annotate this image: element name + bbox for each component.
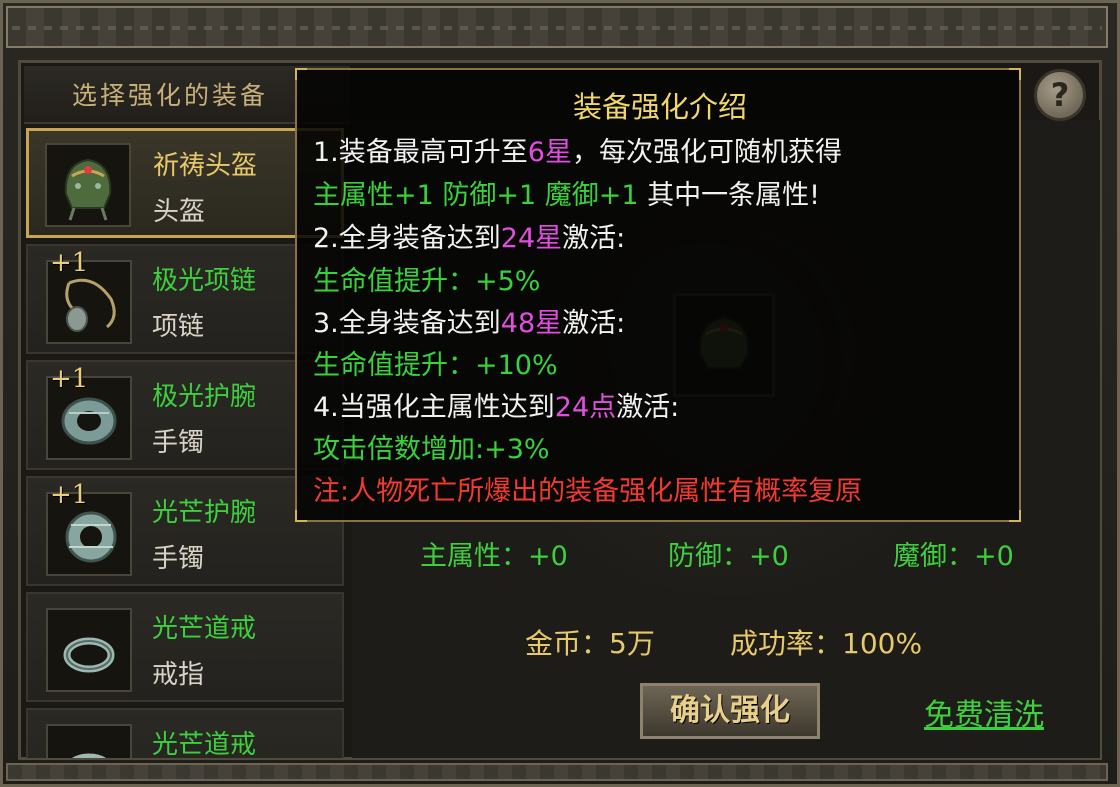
tooltip-line-7: 4.当强化主属性达到24点激活: bbox=[313, 385, 679, 424]
free-wash-link[interactable]: 免费清洗 bbox=[924, 690, 1044, 734]
item-name: 祈祷头盔 bbox=[153, 151, 258, 181]
item-type: 手镯 bbox=[152, 428, 205, 458]
item-type: 头盔 bbox=[153, 197, 206, 227]
item-type: 手镯 bbox=[152, 544, 205, 574]
tooltip-text: 4.当强化主属性达到 bbox=[313, 392, 555, 423]
tooltip-highlight: 6星 bbox=[527, 137, 572, 168]
tooltip-text: 1.装备最高可升至 bbox=[313, 137, 528, 168]
item-type: 戒指 bbox=[152, 660, 205, 690]
tooltip-attr-list: 主属性+1 防御+1 魔御+1 bbox=[313, 180, 639, 211]
item-slot bbox=[45, 143, 131, 227]
enhance-level-badge: +1 bbox=[50, 480, 89, 510]
item-name: 光芒护腕 bbox=[152, 498, 257, 528]
tooltip-warning: 注:人物死亡所爆出的装备强化属性有概率复原 bbox=[313, 476, 863, 507]
ring-icon bbox=[63, 637, 115, 673]
magic-defense-stat: 魔御：+0 bbox=[893, 541, 1014, 572]
tooltip-line-4: 生命值提升：+5% bbox=[313, 266, 541, 297]
gold-cost: 金币：5万 bbox=[525, 627, 655, 660]
defense-stat: 防御：+0 bbox=[668, 541, 789, 572]
enhance-level-badge: +1 bbox=[50, 364, 89, 394]
tooltip-line-5: 3.全身装备达到48星激活: bbox=[313, 301, 625, 340]
tooltip-text: ，每次强化可随机获得 bbox=[571, 137, 842, 168]
tooltip-text: 激活: bbox=[616, 392, 680, 423]
tooltip-line-1: 1.装备最高可升至6星，每次强化可随机获得 bbox=[313, 130, 842, 169]
item-name: 极光项链 bbox=[152, 266, 257, 296]
tooltip-highlight: 24星 bbox=[500, 223, 563, 254]
confirm-enhance-button[interactable]: 确认强化 bbox=[640, 683, 820, 739]
tooltip-text: 其中一条属性! bbox=[638, 180, 820, 211]
equipment-list-title: 选择强化的装备 bbox=[72, 81, 269, 110]
enhance-info-tooltip: 装备强化介绍 1.装备最高可升至6星，每次强化可随机获得 主属性+1 防御+1 … bbox=[295, 68, 1021, 522]
tooltip-line-8: 攻击倍数增加:+3% bbox=[313, 434, 550, 465]
tooltip-text: 3.全身装备达到 bbox=[313, 308, 501, 339]
tooltip-text: 2.全身装备达到 bbox=[313, 223, 501, 254]
tooltip-corner bbox=[1009, 68, 1021, 80]
item-type: 项链 bbox=[152, 312, 205, 342]
tooltip-highlight: 48星 bbox=[500, 308, 563, 339]
tooltip-highlight: 24点 bbox=[554, 392, 617, 423]
main-attribute-stat: 主属性：+0 bbox=[420, 541, 568, 572]
window-top-border bbox=[6, 6, 1108, 48]
item-slot bbox=[46, 608, 132, 692]
tooltip-corner bbox=[295, 68, 307, 80]
help-button[interactable]: ? bbox=[1034, 69, 1086, 121]
item-name: 极光护腕 bbox=[152, 382, 257, 412]
equipment-item[interactable]: 光芒道戒 bbox=[26, 708, 344, 758]
item-name: 光芒道戒 bbox=[152, 614, 257, 644]
tooltip-text: 激活: bbox=[562, 308, 626, 339]
ring-icon bbox=[71, 753, 107, 758]
item-name: 光芒道戒 bbox=[152, 730, 257, 758]
tooltip-line-2: 主属性+1 防御+1 魔御+1 其中一条属性! bbox=[313, 173, 820, 212]
tooltip-corner bbox=[295, 510, 307, 522]
tooltip-line-6: 生命值提升：+10% bbox=[313, 350, 558, 381]
window-bottom-border bbox=[6, 763, 1108, 781]
equipment-item[interactable]: 光芒道戒 戒指 bbox=[26, 592, 344, 702]
enhance-level-badge: +1 bbox=[50, 248, 89, 278]
helmet-icon bbox=[64, 158, 112, 221]
item-slot bbox=[46, 724, 132, 758]
tooltip-corner bbox=[1009, 510, 1021, 522]
success-rate: 成功率：100% bbox=[730, 627, 923, 660]
tooltip-title: 装备强化介绍 bbox=[572, 90, 747, 124]
tooltip-line-3: 2.全身装备达到24星激活: bbox=[313, 216, 625, 255]
tooltip-text: 激活: bbox=[562, 223, 626, 254]
